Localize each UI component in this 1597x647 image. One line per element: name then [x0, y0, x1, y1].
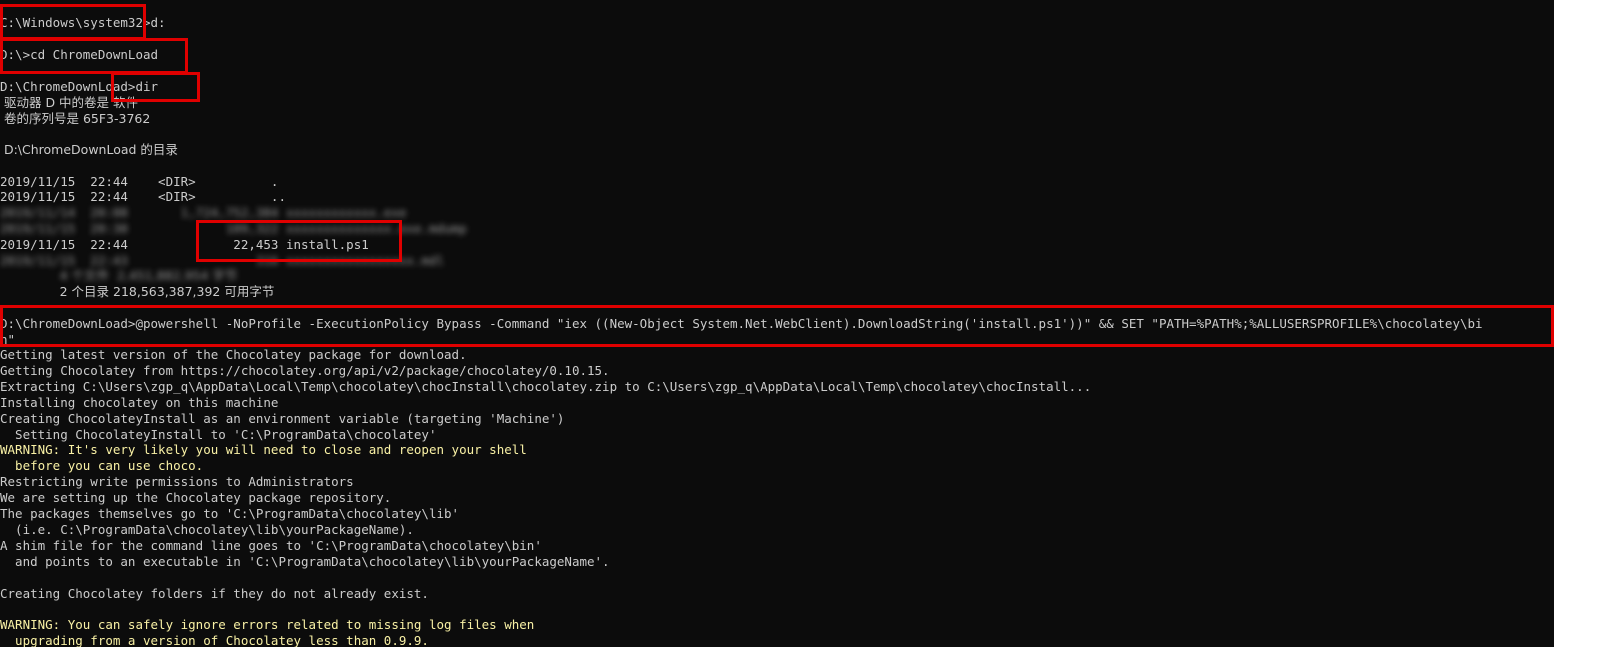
scrollbar-area[interactable] — [1554, 0, 1597, 647]
output-line: Getting latest version of the Chocolatey… — [0, 347, 467, 362]
warning-line: WARNING: It's very likely you will need … — [0, 442, 527, 458]
output-line: Creating Chocolatey folders if they do n… — [0, 585, 429, 601]
output-line: Creating ChocolateyInstall as an environ… — [0, 410, 565, 426]
output-line: The packages themselves go to 'C:\Progra… — [0, 506, 460, 521]
dir-entry-dot: 2019/11/15 22:44 <DIR> . — [0, 174, 279, 189]
blurred-dir-entry: 2019/11/14 20:08 1,724,752,384 xxxxxxxxx… — [0, 205, 407, 220]
warning-line: before you can use choco. — [0, 458, 204, 474]
directory-of-line: D:\ChromeDownLoad 的目录 — [0, 142, 178, 157]
highlight-box-install-file — [196, 220, 402, 262]
dir-count-line: 2 个目录 218,563,387,392 可用字节 — [0, 284, 275, 299]
highlight-box-dir-command — [111, 72, 200, 102]
output-line: We are setting up the Chocolatey package… — [0, 490, 392, 506]
output-line: Setting ChocolateyInstall to 'C:\Program… — [0, 426, 437, 442]
output-line: Restricting write permissions to Adminis… — [0, 474, 354, 490]
output-line: A shim file for the command line goes to… — [0, 537, 542, 553]
highlight-box-cd-command — [0, 38, 188, 74]
output-line: (i.e. C:\ProgramData\chocolatey\lib\your… — [0, 521, 414, 537]
serial-number-line: 卷的序列号是 65F3-3762 — [0, 111, 151, 126]
highlight-box-powershell-command — [0, 305, 1554, 347]
highlight-box-drive-switch — [0, 4, 146, 40]
dir-entry-dotdot: 2019/11/15 22:44 <DIR> .. — [0, 189, 286, 204]
output-line: Getting Chocolatey from https://chocolat… — [0, 362, 610, 378]
file-count-line: 4 个文件 2,451,882,954 字节 — [0, 268, 238, 283]
warning-line: upgrading from a version of Chocolatey l… — [0, 633, 429, 647]
output-line: Extracting C:\Users\zgp_q\AppData\Local\… — [0, 378, 1092, 394]
output-line: Installing chocolatey on this machine — [0, 394, 279, 410]
console-window[interactable]: C:\Windows\system32>d: D:\>cd ChromeDown… — [0, 0, 1554, 647]
warning-line: WARNING: You can safely ignore errors re… — [0, 617, 535, 633]
output-line: and points to an executable in 'C:\Progr… — [0, 553, 610, 569]
